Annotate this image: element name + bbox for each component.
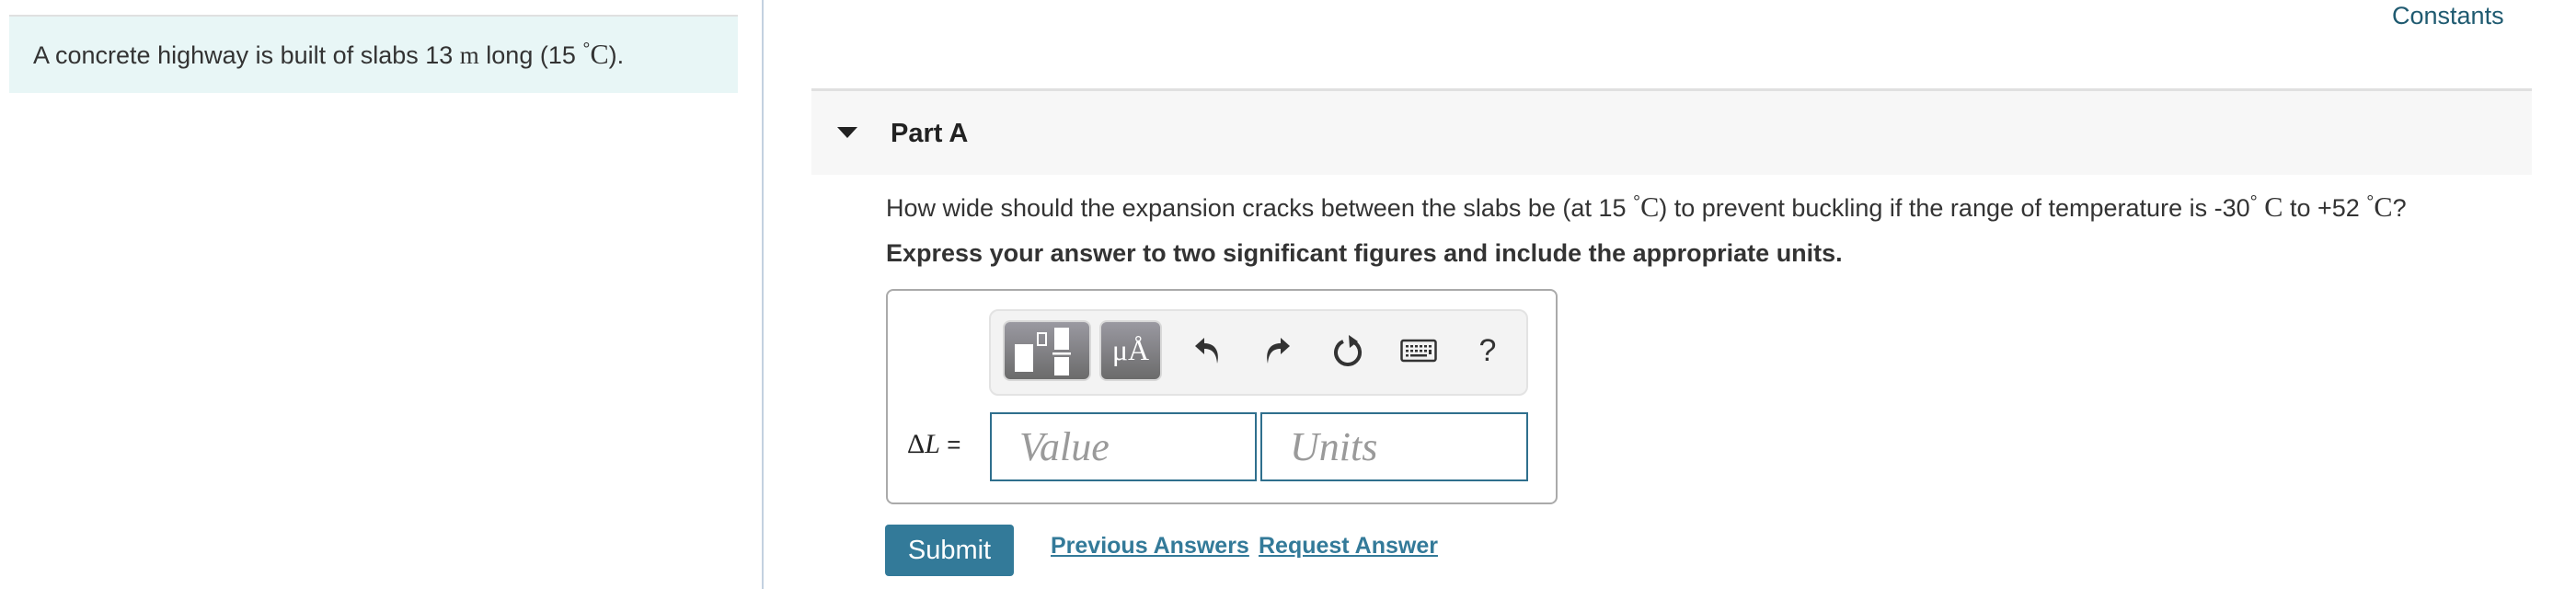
intro-text-part: long (15 bbox=[478, 41, 583, 69]
question-text: How wide should the expansion cracks bet… bbox=[886, 191, 2407, 224]
question-text-part: ? bbox=[2392, 194, 2407, 222]
reset-icon[interactable] bbox=[1328, 326, 1369, 375]
units-input[interactable] bbox=[1260, 412, 1528, 481]
equals-sign: = bbox=[939, 431, 961, 458]
redo-icon[interactable] bbox=[1258, 326, 1298, 375]
intro-text-part: ). bbox=[608, 41, 625, 69]
answer-variable-label: ΔL = bbox=[907, 429, 960, 460]
help-icon[interactable]: ? bbox=[1467, 326, 1508, 375]
constants-link[interactable]: Constants bbox=[2392, 2, 2504, 30]
unit-meter: m bbox=[459, 41, 479, 69]
request-answer-link[interactable]: Request Answer bbox=[1259, 533, 1438, 560]
collapse-triangle-icon[interactable] bbox=[837, 127, 857, 138]
units-icon: μÅ bbox=[1111, 333, 1150, 366]
degree-symbol: ° bbox=[1632, 191, 1641, 213]
templates-button[interactable] bbox=[1003, 320, 1091, 381]
intro-text-part: A concrete highway is built of slabs 13 bbox=[33, 41, 460, 69]
templates-icon bbox=[1015, 328, 1071, 375]
undo-icon[interactable] bbox=[1187, 326, 1227, 375]
question-text-part: ) to prevent buckling if the range of te… bbox=[1659, 194, 2250, 222]
answer-instruction: Express your answer to two significant f… bbox=[886, 239, 1843, 267]
previous-answers-link[interactable]: Previous Answers bbox=[1051, 533, 1249, 560]
problem-intro-text: A concrete highway is built of slabs 13 … bbox=[33, 39, 624, 71]
delta-symbol: Δ bbox=[907, 429, 926, 459]
unit-celsius: C bbox=[1640, 191, 1660, 223]
unit-celsius: C bbox=[2374, 191, 2393, 223]
problem-intro-panel: A concrete highway is built of slabs 13 … bbox=[9, 15, 738, 93]
degree-symbol: ° bbox=[2366, 191, 2375, 213]
degree-symbol: ° bbox=[582, 39, 591, 60]
question-text-part: to +52 bbox=[2283, 194, 2367, 222]
variable-L: L bbox=[925, 429, 940, 459]
panel-divider bbox=[762, 0, 764, 589]
units-button[interactable]: μÅ bbox=[1099, 320, 1162, 381]
keyboard-icon[interactable] bbox=[1398, 326, 1439, 375]
unit-celsius: C bbox=[590, 39, 609, 70]
math-toolbar: μÅ ? bbox=[989, 309, 1528, 396]
value-input[interactable] bbox=[990, 412, 1257, 481]
part-title: Part A bbox=[891, 119, 969, 148]
submit-button[interactable]: Submit bbox=[885, 525, 1014, 576]
question-text-part: How wide should the expansion cracks bet… bbox=[886, 194, 1633, 222]
part-a-header[interactable]: Part A bbox=[811, 88, 2532, 175]
degree-symbol: ° bbox=[2249, 191, 2258, 213]
unit-celsius: C bbox=[2257, 191, 2283, 223]
